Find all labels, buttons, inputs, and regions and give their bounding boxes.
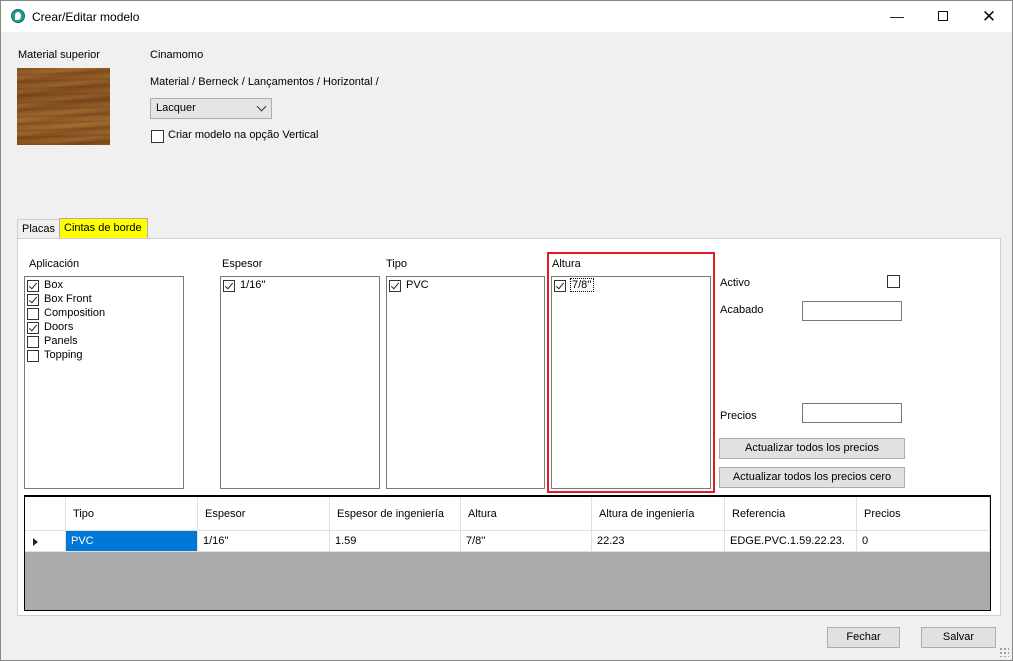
- acabado-input[interactable]: [802, 301, 902, 321]
- material-swatch: [17, 68, 110, 145]
- column-header-espesor[interactable]: Espesor: [198, 497, 330, 531]
- activo-label: Activo: [720, 277, 750, 289]
- item-label: 7/8'': [570, 278, 594, 292]
- item-checkbox[interactable]: [389, 280, 401, 292]
- dialog-window: Crear/Editar modelo — ✕ Material superio…: [0, 0, 1013, 661]
- minimize-button[interactable]: —: [874, 1, 920, 32]
- close-window-button[interactable]: ✕: [966, 1, 1012, 32]
- material-path: Material / Berneck / Lançamentos / Horiz…: [150, 76, 379, 88]
- aplicacion-label: Aplicación: [29, 258, 80, 270]
- material-name: Cinamomo: [150, 49, 204, 61]
- window-title: Crear/Editar modelo: [32, 10, 140, 24]
- item-label: Panels: [44, 335, 78, 347]
- precios-input[interactable]: [802, 403, 902, 423]
- maximize-icon: [938, 11, 948, 22]
- item-checkbox[interactable]: [27, 336, 39, 348]
- tipo-label: Tipo: [386, 258, 407, 270]
- espesor-label: Espesor: [222, 258, 263, 270]
- finish-select-value: Lacquer: [156, 102, 196, 114]
- material-label: Material superior: [18, 49, 100, 61]
- finish-select[interactable]: Lacquer: [150, 98, 272, 119]
- item-label: PVC: [406, 279, 429, 291]
- item-label: Composition: [44, 307, 106, 319]
- item-label: Box Front: [44, 293, 92, 305]
- grid-header: Tipo Espesor Espesor de ingeniería Altur…: [25, 497, 990, 531]
- cell-altura-ingenieria[interactable]: 22.23: [592, 531, 725, 552]
- item-checkbox[interactable]: [27, 294, 39, 306]
- cell-tipo[interactable]: PVC: [66, 531, 198, 552]
- row-selector[interactable]: [25, 531, 66, 552]
- app-logo-icon: [11, 9, 25, 23]
- item-checkbox[interactable]: [27, 322, 39, 334]
- item-label: Box: [44, 279, 63, 291]
- vertical-option-checkbox[interactable]: [151, 130, 164, 143]
- chevron-down-icon: [256, 101, 267, 112]
- aplicacion-list[interactable]: Box Box Front Composition Doors Panels T…: [24, 276, 184, 489]
- item-label: 1/16'': [240, 279, 266, 291]
- row-pointer-icon: [33, 538, 38, 546]
- column-header-precios[interactable]: Precios: [857, 497, 990, 531]
- title-bar: Crear/Editar modelo — ✕: [1, 1, 1012, 32]
- data-grid[interactable]: Tipo Espesor Espesor de ingeniería Altur…: [24, 495, 991, 611]
- tab-placas-label: Placas: [22, 223, 56, 235]
- cell-espesor-ingenieria[interactable]: 1.59: [330, 531, 461, 552]
- close-button[interactable]: Fechar: [827, 627, 900, 648]
- column-header-referencia[interactable]: Referencia: [725, 497, 857, 531]
- update-all-prices-button[interactable]: Actualizar todos los precios: [719, 438, 905, 459]
- tipo-list[interactable]: PVC: [386, 276, 545, 489]
- cell-espesor[interactable]: 1/16'': [198, 531, 330, 552]
- altura-label: Altura: [552, 258, 581, 270]
- table-row[interactable]: PVC 1/16'' 1.59 7/8'' 22.23 EDGE.PVC.1.5…: [25, 531, 990, 552]
- resize-grip-icon[interactable]: [999, 647, 1009, 657]
- row-header-corner: [25, 497, 66, 531]
- maximize-button[interactable]: [920, 1, 966, 32]
- column-header-espesor-ingenieria[interactable]: Espesor de ingeniería: [330, 497, 461, 531]
- cell-precios[interactable]: 0: [857, 531, 990, 552]
- item-label: Topping: [44, 349, 83, 361]
- cell-altura[interactable]: 7/8'': [461, 531, 592, 552]
- item-checkbox[interactable]: [27, 280, 39, 292]
- item-checkbox[interactable]: [554, 280, 566, 292]
- update-zero-prices-button[interactable]: Actualizar todos los precios cero: [719, 467, 905, 488]
- column-header-altura-ingenieria[interactable]: Altura de ingeniería: [592, 497, 725, 531]
- vertical-option-label: Criar modelo na opção Vertical: [168, 129, 319, 141]
- item-label: Doors: [44, 321, 74, 333]
- cell-referencia[interactable]: EDGE.PVC.1.59.22.23.: [725, 531, 857, 552]
- item-checkbox[interactable]: [27, 308, 39, 320]
- item-checkbox[interactable]: [223, 280, 235, 292]
- column-header-tipo[interactable]: Tipo: [66, 497, 198, 531]
- espesor-list[interactable]: 1/16'': [220, 276, 380, 489]
- save-button[interactable]: Salvar: [921, 627, 996, 648]
- tab-placas[interactable]: Placas: [17, 219, 60, 238]
- activo-checkbox[interactable]: [887, 275, 900, 288]
- column-header-altura[interactable]: Altura: [461, 497, 592, 531]
- acabado-label: Acabado: [720, 304, 764, 316]
- tab-cintas-de-borde[interactable]: Cintas de borde: [59, 218, 148, 239]
- tab-cintas-label: Cintas de borde: [64, 222, 142, 234]
- item-checkbox[interactable]: [27, 350, 39, 362]
- precios-label: Precios: [720, 410, 757, 422]
- altura-list[interactable]: 7/8'': [551, 276, 711, 489]
